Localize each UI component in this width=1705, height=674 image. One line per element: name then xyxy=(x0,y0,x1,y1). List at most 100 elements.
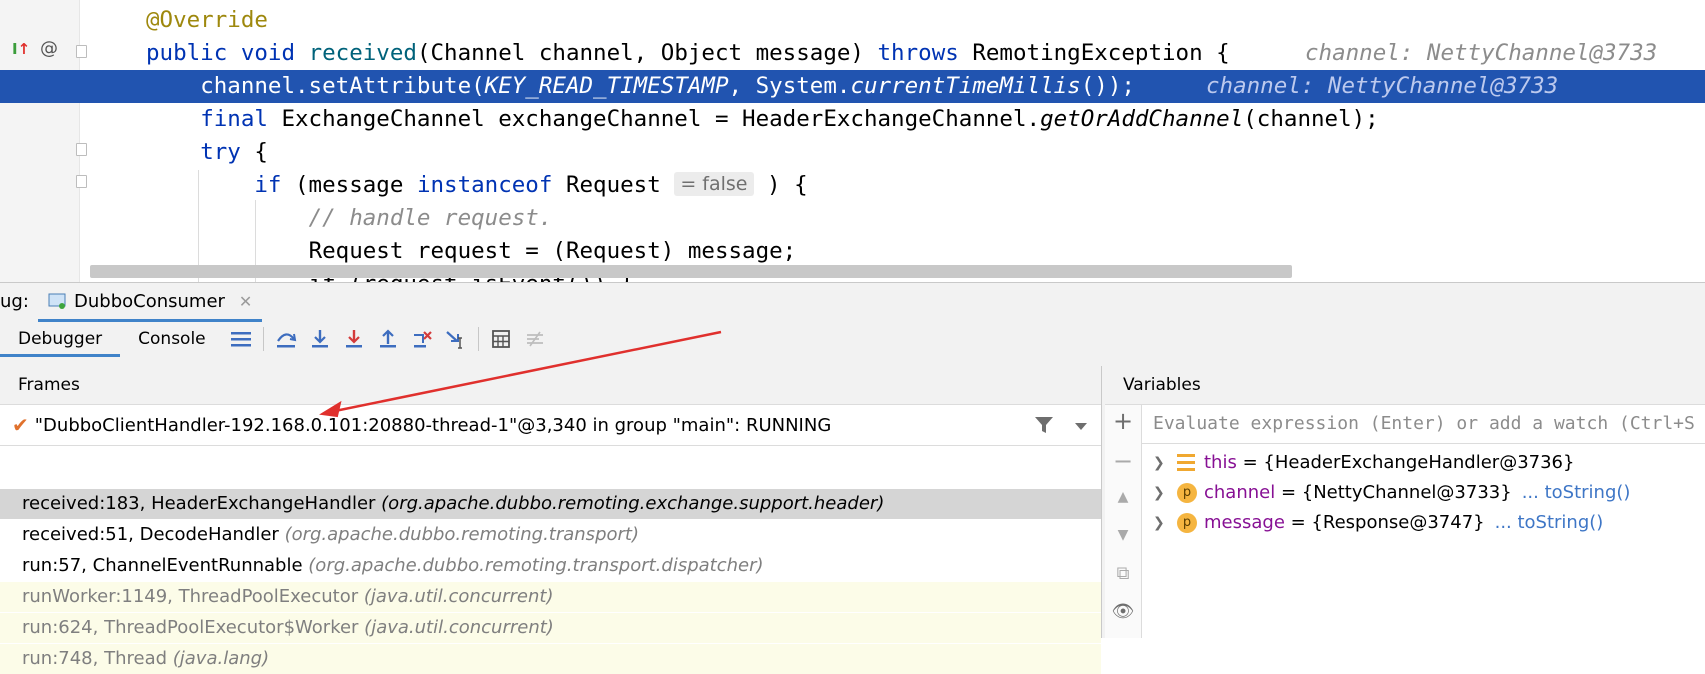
code-line[interactable]: // handle request. xyxy=(0,202,1705,235)
variables-header: Variables xyxy=(1105,366,1705,405)
run-to-cursor-icon[interactable] xyxy=(439,324,473,354)
evaluate-expression-icon[interactable] xyxy=(484,324,518,354)
step-into-icon[interactable] xyxy=(303,324,337,354)
tab-debugger[interactable]: Debugger xyxy=(0,321,121,357)
variable-value: = {HeaderExchangeHandler@3736} xyxy=(1236,452,1575,473)
layout-menu-icon[interactable] xyxy=(224,324,258,354)
stack-frame-row[interactable]: run:57, ChannelEventRunnable (org.apache… xyxy=(0,551,1101,581)
drop-frame-icon[interactable] xyxy=(405,324,439,354)
code-token: RemotingException { xyxy=(972,40,1230,66)
frame-package: (java.lang) xyxy=(172,648,270,669)
code-token: void xyxy=(240,40,309,66)
code-editor[interactable]: I↑ @ ✓ @Overridepublic void received(Cha… xyxy=(0,0,1705,282)
frame-package: (org.apache.dubbo.remoting.exchange.supp… xyxy=(381,493,885,514)
code-text: // handle request. xyxy=(146,202,553,235)
frame-method: run:624, ThreadPoolExecutor$Worker xyxy=(22,617,365,638)
chevron-down-icon[interactable] xyxy=(1074,417,1088,438)
code-line[interactable]: @Override xyxy=(0,4,1705,37)
code-token: currentTimeMillis xyxy=(850,73,1081,99)
debug-tool-window: ug: DubboConsumer ✕ Debugger Console Fra… xyxy=(0,282,1705,674)
frames-header: Frames xyxy=(0,366,1101,405)
expand-arrow-icon[interactable]: ❯ xyxy=(1153,448,1177,478)
eye-icon[interactable]: 👁 xyxy=(1105,601,1141,622)
code-token: channel.setAttribute( xyxy=(200,73,485,99)
code-text: channel.setAttribute(KEY_READ_TIMESTAMP,… xyxy=(146,70,1135,103)
code-token: final xyxy=(200,106,282,132)
trace-stream-icon[interactable] xyxy=(518,324,552,354)
variable-name: channel xyxy=(1204,482,1276,503)
to-string-link[interactable]: ... toString() xyxy=(1495,508,1604,538)
stack-frame-row[interactable]: received:51, DecodeHandler (org.apache.d… xyxy=(0,520,1101,550)
frame-method: runWorker:1149, ThreadPoolExecutor xyxy=(22,586,364,607)
code-line[interactable]: final ExchangeChannel exchangeChannel = … xyxy=(0,103,1705,136)
stack-frame-row[interactable]: run:624, ThreadPoolExecutor$Worker (java… xyxy=(0,613,1101,643)
step-out-icon[interactable] xyxy=(371,324,405,354)
frame-method: run:57, ChannelEventRunnable xyxy=(22,555,309,576)
current-execution-line[interactable]: channel.setAttribute(KEY_READ_TIMESTAMP,… xyxy=(0,70,1705,103)
code-token: (Channel channel, Object message) xyxy=(416,40,878,66)
session-tab[interactable]: DubboConsumer ✕ xyxy=(38,283,263,322)
code-token: Request xyxy=(565,172,675,198)
code-token: ()); xyxy=(1080,73,1135,99)
move-down-icon[interactable]: ▼ xyxy=(1105,527,1141,543)
toolbar-separator xyxy=(262,327,264,351)
session-tab-label: DubboConsumer xyxy=(74,290,225,312)
code-token: KEY_READ_TIMESTAMP xyxy=(484,73,729,99)
variable-value: = {Response@3747} xyxy=(1284,512,1485,533)
expand-arrow-icon[interactable]: ❯ xyxy=(1153,508,1177,538)
code-line[interactable]: Request request = (Request) message; xyxy=(0,235,1705,268)
remove-watch-icon[interactable]: − xyxy=(1105,447,1141,475)
step-over-icon[interactable] xyxy=(269,324,303,354)
code-token: // handle request. xyxy=(308,205,553,231)
toolbar-separator xyxy=(477,327,479,351)
variables-side-toolbar: + − ▲ ▼ ⧉ 👁 xyxy=(1105,405,1142,638)
thread-selector[interactable]: ✔ "DubboClientHandler-192.168.0.101:2088… xyxy=(0,405,1101,446)
stack-frame-row[interactable]: runWorker:1149, ThreadPoolExecutor (java… xyxy=(0,582,1101,612)
parameter-icon: p xyxy=(1177,513,1197,533)
code-text: final ExchangeChannel exchangeChannel = … xyxy=(146,103,1379,136)
to-string-link[interactable]: ... toString() xyxy=(1522,478,1631,508)
debug-toolbar: Debugger Console xyxy=(0,321,1705,357)
frame-package: (org.apache.dubbo.remoting.transport) xyxy=(284,524,639,545)
code-token: public xyxy=(146,40,241,66)
tab-console[interactable]: Console xyxy=(120,321,224,357)
code-text: try { xyxy=(146,136,268,169)
field-list-icon xyxy=(1177,454,1195,472)
code-token: Request request = (Request) message; xyxy=(308,238,797,264)
debug-title-bar: ug: DubboConsumer ✕ xyxy=(0,283,1705,322)
code-token: getOrAddChannel xyxy=(1040,106,1244,132)
code-text: public void received(Channel channel, Ob… xyxy=(146,37,1230,70)
copy-icon[interactable]: ⧉ xyxy=(1105,563,1141,584)
variable-value: = {NettyChannel@3733} xyxy=(1275,482,1512,503)
debug-value-hint: channel: NettyChannel@3733 xyxy=(1206,73,1559,99)
variable-row[interactable]: ❯ p channel = {NettyChannel@3733} ... toStr… xyxy=(1153,478,1630,508)
variable-row[interactable]: ❯ this = {HeaderExchangeHandler@3736} xyxy=(1153,448,1574,478)
frames-panel: Frames ✔ "DubboClientHandler-192.168.0.1… xyxy=(0,366,1102,674)
variable-name: this xyxy=(1204,452,1237,473)
variable-row[interactable]: ❯ p message = {Response@3747} ... toString(… xyxy=(1153,508,1603,538)
code-token: try xyxy=(200,139,255,165)
code-line[interactable]: try { xyxy=(0,136,1705,169)
variable-name: message xyxy=(1204,512,1285,533)
inlay-value-hint: = false xyxy=(674,172,754,196)
frame-package: (java.util.concurrent) xyxy=(364,617,554,638)
code-token: { xyxy=(254,139,268,165)
code-line[interactable]: public void received(Channel channel, Ob… xyxy=(0,37,1705,70)
add-watch-icon[interactable]: + xyxy=(1105,407,1141,435)
variables-panel: Variables + − ▲ ▼ ⧉ 👁 Evaluate expressio… xyxy=(1105,366,1705,638)
stack-frame-row[interactable]: run:748, Thread (java.lang) xyxy=(0,644,1101,674)
code-token: throws xyxy=(877,40,973,66)
frame-method: received:51, DecodeHandler xyxy=(22,524,285,545)
parameter-icon: p xyxy=(1177,483,1197,503)
close-icon[interactable]: ✕ xyxy=(239,292,252,311)
evaluate-expression-input[interactable]: Evaluate expression (Enter) or add a wat… xyxy=(1142,405,1705,444)
filter-icon[interactable] xyxy=(1034,415,1054,440)
horizontal-scrollbar[interactable] xyxy=(90,265,1292,278)
expand-arrow-icon[interactable]: ❯ xyxy=(1153,478,1177,508)
code-text: Request request = (Request) message; xyxy=(146,235,797,268)
frame-method: run:748, Thread xyxy=(22,648,173,669)
code-line[interactable]: if (message instanceof Request = false )… xyxy=(0,169,1705,202)
stack-frame-row[interactable]: received:183, HeaderExchangeHandler (org… xyxy=(0,489,1101,519)
force-step-into-icon[interactable] xyxy=(337,324,371,354)
move-up-icon[interactable]: ▲ xyxy=(1105,489,1141,505)
